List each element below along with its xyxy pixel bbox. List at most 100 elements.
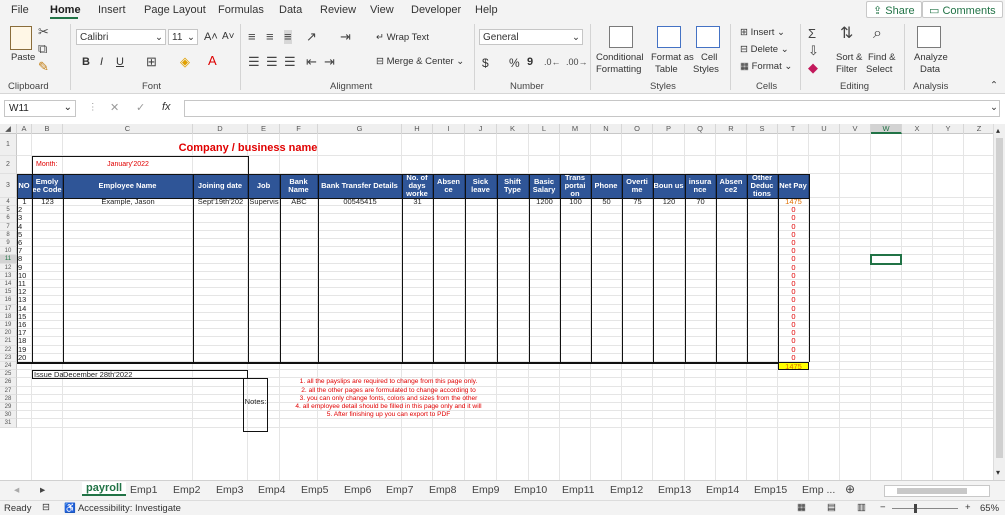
column-header[interactable]: G	[318, 124, 402, 134]
row-number-cell[interactable]: 19	[18, 346, 32, 354]
column-header[interactable]: S	[747, 124, 778, 134]
net-pay-total[interactable]: 1475	[778, 362, 809, 371]
column-header[interactable]: L	[529, 124, 560, 134]
column-header[interactable]: M	[560, 124, 591, 134]
sheet-tab[interactable]: Emp2	[173, 484, 200, 496]
percent-button[interactable]: %	[509, 56, 520, 70]
row-header[interactable]: 19	[0, 321, 17, 330]
row-number-cell[interactable]: 3	[18, 214, 32, 222]
expand-formula-icon[interactable]: ⌄	[990, 102, 998, 113]
column-header[interactable]: B	[32, 124, 63, 134]
row-number-cell[interactable]: 9	[18, 264, 32, 272]
column-header[interactable]: V	[840, 124, 871, 134]
fill-icon[interactable]: ⇩	[808, 44, 819, 58]
align-top-icon[interactable]: ≡	[248, 30, 256, 44]
column-header[interactable]: E	[248, 124, 280, 134]
paste-label[interactable]: Paste	[11, 52, 35, 63]
row-header[interactable]: 30	[0, 411, 17, 420]
row-header[interactable]: 28	[0, 394, 17, 403]
cell-styles-label-2[interactable]: Styles	[693, 64, 719, 75]
sheet-tab[interactable]: Emp ...	[802, 484, 835, 496]
orientation-icon[interactable]: ↗	[306, 30, 317, 44]
tab-review[interactable]: Review	[320, 4, 356, 16]
row-header[interactable]: 23	[0, 353, 17, 362]
decrease-decimal-icon[interactable]: .00→	[566, 55, 588, 69]
clear-icon[interactable]: ◆	[808, 61, 818, 75]
cut-icon[interactable]: ✂	[38, 25, 49, 39]
fill-color-icon[interactable]: ◈	[180, 55, 190, 69]
decrease-indent-icon[interactable]: ⇤	[306, 55, 317, 69]
indent-rtl-icon[interactable]: ⇥	[340, 30, 351, 44]
net-pay-cell[interactable]: 0	[778, 337, 809, 345]
table-cell[interactable]: 50	[591, 198, 622, 206]
table-cell[interactable]: ABC	[280, 198, 318, 206]
row-header[interactable]: 6	[0, 214, 17, 223]
more-options-icon[interactable]: ⋮	[88, 102, 98, 113]
sheet-tab[interactable]: Emp5	[301, 484, 328, 496]
row-number-cell[interactable]: 12	[18, 288, 32, 296]
prev-sheet-icon[interactable]: ◂	[14, 484, 19, 496]
font-size-dropdown[interactable]: 11 ⌄	[168, 29, 198, 45]
align-bottom-icon[interactable]: ≡	[284, 30, 292, 44]
align-middle-icon[interactable]: ≡	[266, 30, 274, 44]
tab-insert[interactable]: Insert	[98, 4, 126, 16]
merge-center-button[interactable]: ⊟ Merge & Center ⌄	[376, 56, 464, 67]
zoom-level[interactable]: 65%	[980, 503, 999, 514]
find-select-label-1[interactable]: Find &	[868, 52, 895, 63]
row-header[interactable]: 7	[0, 222, 17, 231]
worksheet-grid[interactable]: ◢ A B C D E F G H I J K L M N O P Q R S T U V W X Y Z 1 2 3 4 5 6 7 8 9 10 1…	[0, 124, 993, 480]
row-header[interactable]: 11	[0, 255, 17, 264]
column-header[interactable]: D	[193, 124, 248, 134]
row-number-cell[interactable]: 4	[18, 223, 32, 231]
tab-formulas[interactable]: Formulas	[218, 4, 264, 16]
normal-view-icon[interactable]: ▦	[797, 502, 806, 513]
currency-button[interactable]: $	[482, 56, 489, 70]
vertical-scrollbar[interactable]: ▴ ▾	[993, 124, 1005, 480]
table-cell[interactable]: 100	[560, 198, 591, 206]
table-cell[interactable]: 00545415	[318, 198, 402, 206]
column-header[interactable]: W	[871, 124, 902, 134]
tab-page-layout[interactable]: Page Layout	[144, 4, 206, 16]
sheet-tab[interactable]: Emp14	[706, 484, 739, 496]
select-all-corner[interactable]: ◢	[0, 124, 17, 134]
row-header[interactable]: 10	[0, 247, 17, 256]
autosum-icon[interactable]: Σ	[808, 27, 816, 41]
increase-indent-icon[interactable]: ⇥	[324, 55, 335, 69]
row-number-cell[interactable]: 2	[18, 206, 32, 214]
align-left-icon[interactable]: ☰	[248, 55, 260, 69]
net-pay-cell[interactable]: 0	[778, 305, 809, 313]
tab-data[interactable]: Data	[279, 4, 302, 16]
net-pay-cell[interactable]: 0	[778, 321, 809, 329]
column-header[interactable]: O	[622, 124, 653, 134]
increase-font-icon[interactable]: A˄	[204, 31, 218, 43]
column-header[interactable]: H	[402, 124, 433, 134]
row-number-cell[interactable]: 6	[18, 239, 32, 247]
sheet-tab[interactable]: Emp6	[344, 484, 371, 496]
column-header[interactable]: X	[902, 124, 933, 134]
bold-button[interactable]: B	[82, 56, 90, 68]
cancel-icon[interactable]: ✕	[110, 101, 119, 114]
row-header[interactable]: 3	[0, 174, 17, 198]
row-header[interactable]: 29	[0, 403, 17, 412]
table-cell[interactable]: Supervis	[248, 198, 280, 206]
analyze-data-label-2[interactable]: Data	[920, 64, 940, 75]
row-header[interactable]: 9	[0, 239, 17, 248]
row-header[interactable]: 31	[0, 419, 17, 428]
sort-filter-icon[interactable]: ⇅	[840, 26, 853, 42]
row-header[interactable]: 27	[0, 386, 17, 395]
align-center-icon[interactable]: ☰	[266, 55, 278, 69]
name-box[interactable]: W11 ⌄	[4, 100, 76, 117]
net-pay-cell[interactable]: 0	[778, 296, 809, 304]
row-number-cell[interactable]: 8	[18, 255, 32, 263]
sheet-tab[interactable]: Emp3	[216, 484, 243, 496]
hscroll-thumb[interactable]	[897, 488, 967, 494]
column-header[interactable]: P	[653, 124, 685, 134]
row-header[interactable]: 25	[0, 370, 17, 379]
format-as-table-label-2[interactable]: Table	[655, 64, 678, 75]
sheet-tab[interactable]: Emp1	[130, 484, 157, 496]
next-sheet-icon[interactable]: ▸	[40, 484, 45, 496]
scroll-down-icon[interactable]: ▾	[996, 468, 1000, 477]
format-cells-button[interactable]: ▦ Format ⌄	[740, 61, 792, 72]
row-header[interactable]: 26	[0, 378, 17, 387]
row-header[interactable]: 4	[0, 198, 17, 207]
